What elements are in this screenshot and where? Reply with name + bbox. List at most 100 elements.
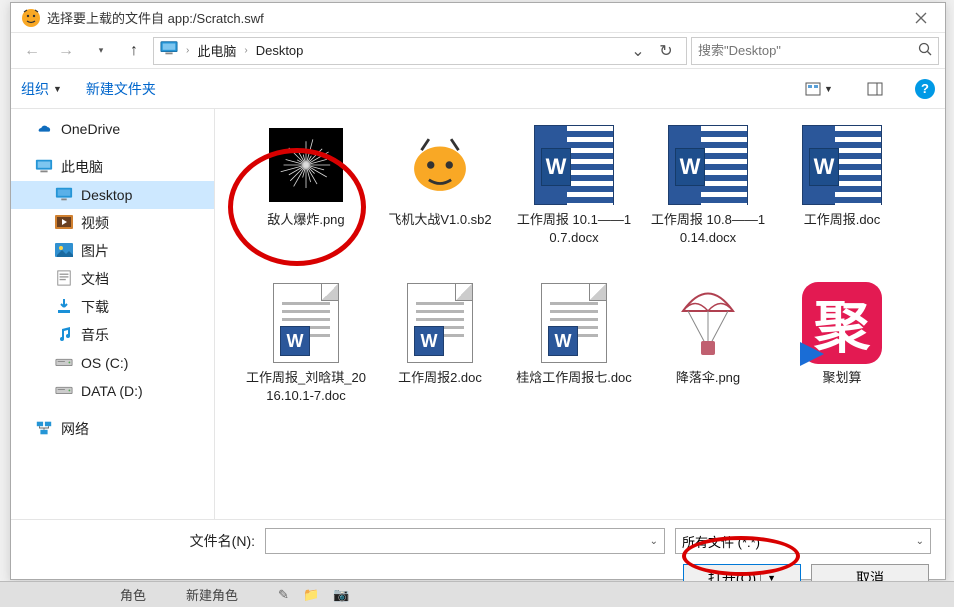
sidebar-item-label: 网络 (61, 419, 89, 439)
chevron-right-icon: › (244, 45, 247, 56)
refresh-icon[interactable]: ↻ (652, 38, 680, 64)
sidebar-item-music[interactable]: 音乐 (11, 321, 214, 349)
sidebar-item-video[interactable]: 视频 (11, 209, 214, 237)
sidebar-item-label: 音乐 (81, 325, 109, 345)
preview-pane-button[interactable] (859, 75, 891, 103)
file-item[interactable]: 飞机大战V1.0.sb2 (373, 117, 507, 275)
close-button[interactable] (901, 4, 941, 32)
sidebar-item-label: DATA (D:) (81, 383, 143, 399)
new-folder-button[interactable]: 新建文件夹 (86, 79, 156, 99)
toolbar: 组织 ▼ 新建文件夹 ▼ ? (11, 69, 945, 109)
sidebar-item-network[interactable]: 网络 (11, 415, 214, 443)
sidebar-item-label: 视频 (81, 213, 109, 233)
filename-input[interactable]: ⌄ (265, 528, 665, 554)
view-menu[interactable]: ▼ (803, 75, 835, 103)
file-item[interactable]: 工作周报_刘晗琪_2016.10.1-7.doc (239, 275, 373, 433)
pc-icon (35, 158, 53, 177)
nav-bar: ← → ▾ ↑ › 此电脑 › Desktop ⌄ ↻ (11, 33, 945, 69)
sidebar-item-label: 此电脑 (61, 157, 103, 177)
filetype-select[interactable]: 所有文件 (*.*) ⌄ (675, 528, 931, 554)
sidebar-item-label: 下载 (81, 297, 109, 317)
file-name: 敌人爆炸.png (245, 211, 367, 229)
file-thumbnail (668, 283, 748, 363)
breadcrumb-desktop[interactable]: Desktop (256, 43, 304, 58)
file-item[interactable]: 工作周报 10.1——10.7.docx (507, 117, 641, 275)
sidebar-item-docs[interactable]: 文档 (11, 265, 214, 293)
drive-icon (55, 354, 73, 373)
file-open-dialog: 选择要上载的文件自 app:/Scratch.swf ← → ▾ ↑ › 此电脑… (10, 2, 946, 580)
sidebar-item-pc[interactable]: 此电脑 (11, 153, 214, 181)
file-thumbnail (400, 125, 480, 205)
up-button[interactable]: ↑ (119, 37, 149, 65)
addr-dropdown-icon[interactable]: ⌄ (624, 38, 652, 64)
search-box[interactable] (691, 37, 939, 65)
onedrive-icon (35, 120, 53, 139)
breadcrumb-pc[interactable]: 此电脑 (197, 41, 236, 60)
back-button[interactable]: ← (17, 37, 47, 65)
camera-icon: 📷 (333, 587, 349, 603)
sidebar-item-desktop[interactable]: Desktop (11, 181, 214, 209)
pc-icon (160, 40, 178, 61)
sidebar-item-label: 图片 (81, 241, 109, 261)
desktop-icon (55, 186, 73, 205)
file-name: 聚划算 (781, 369, 903, 387)
file-thumbnail (266, 125, 346, 205)
caret-down-icon: ⌄ (650, 536, 658, 547)
chevron-right-icon: › (186, 45, 189, 56)
folder-icon: 📁 (303, 587, 319, 603)
bg-icons: ✎ 📁 📷 (278, 587, 349, 603)
sidebar-item-pictures[interactable]: 图片 (11, 237, 214, 265)
file-thumbnail (266, 283, 346, 363)
music-icon (55, 326, 73, 345)
file-item[interactable]: 桂焓工作周报七.doc (507, 275, 641, 433)
network-icon (35, 420, 53, 439)
search-icon (918, 42, 932, 59)
search-input[interactable] (698, 43, 918, 58)
forward-button[interactable]: → (51, 37, 81, 65)
organize-menu[interactable]: 组织 ▼ (21, 79, 62, 99)
file-thumbnail (802, 125, 882, 205)
file-name: 工作周报 10.1——10.7.docx (513, 211, 635, 246)
sidebar-item-onedrive[interactable]: OneDrive (11, 115, 214, 143)
downloads-icon (55, 298, 73, 317)
file-item[interactable]: 降落伞.png (641, 275, 775, 433)
organize-label: 组织 (21, 79, 49, 99)
drive-icon (55, 382, 73, 401)
file-thumbnail (668, 125, 748, 205)
file-item[interactable]: 工作周报.doc (775, 117, 909, 275)
app-icon (21, 8, 41, 28)
sidebar: OneDrive 此电脑 Desktop 视频图片文档下载音乐 OS (C:) DATA … (11, 109, 215, 519)
recent-button[interactable]: ▾ (85, 37, 115, 65)
caret-down-icon: ⌄ (916, 536, 924, 547)
file-item[interactable]: 敌人爆炸.png (239, 117, 373, 275)
file-name: 工作周报2.doc (379, 369, 501, 387)
sidebar-item-label: 文档 (81, 269, 109, 289)
sidebar-item-drive[interactable]: OS (C:) (11, 349, 214, 377)
sidebar-item-drive[interactable]: DATA (D:) (11, 377, 214, 405)
file-item[interactable]: 工作周报2.doc (373, 275, 507, 433)
sidebar-item-label: OneDrive (61, 121, 120, 137)
help-button[interactable]: ? (915, 79, 935, 99)
bg-label-1: 角色 (120, 585, 146, 604)
file-name: 降落伞.png (647, 369, 769, 387)
file-name: 工作周报 10.8——10.14.docx (647, 211, 769, 246)
background-app-strip: 角色 新建角色 ✎ 📁 📷 (0, 581, 954, 607)
file-item[interactable]: 工作周报 10.8——10.14.docx (641, 117, 775, 275)
file-name: 工作周报.doc (781, 211, 903, 229)
file-thumbnail (400, 283, 480, 363)
file-thumbnail (534, 125, 614, 205)
file-thumbnail: 聚 (802, 283, 882, 363)
titlebar: 选择要上载的文件自 app:/Scratch.swf (11, 3, 945, 33)
filetype-value: 所有文件 (*.*) (682, 532, 760, 551)
file-list: 敌人爆炸.png 飞机大战V1.0.sb2 工作周报 10.1——10.7.docx… (215, 109, 945, 519)
sidebar-item-downloads[interactable]: 下载 (11, 293, 214, 321)
file-name: 工作周报_刘晗琪_2016.10.1-7.doc (245, 369, 367, 404)
caret-down-icon: ▼ (53, 84, 62, 94)
filename-label: 文件名(N): (25, 531, 255, 551)
address-bar[interactable]: › 此电脑 › Desktop ⌄ ↻ (153, 37, 687, 65)
file-name: 桂焓工作周报七.doc (513, 369, 635, 387)
file-item[interactable]: 聚聚划算 (775, 275, 909, 433)
file-name: 飞机大战V1.0.sb2 (379, 211, 501, 229)
file-thumbnail (534, 283, 614, 363)
window-title: 选择要上载的文件自 app:/Scratch.swf (47, 8, 901, 27)
